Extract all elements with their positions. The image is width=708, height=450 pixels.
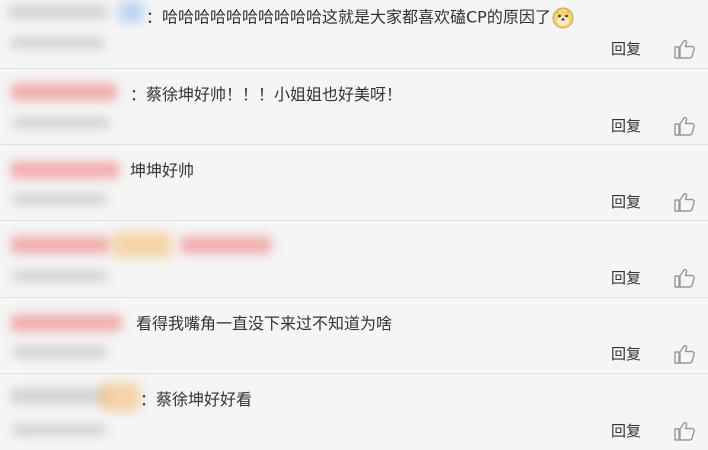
comment-text: ：蔡徐坤好帅！！！小姐姐也好美呀！ bbox=[130, 85, 403, 104]
thumbs-up-icon[interactable] bbox=[673, 39, 695, 59]
username-blur bbox=[10, 83, 118, 101]
comment-item: ：蔡徐坤好好看 回复 bbox=[0, 374, 708, 450]
comment-text: ：蔡徐坤好好看 bbox=[140, 390, 253, 409]
meta-blur bbox=[12, 424, 106, 436]
reply-button[interactable]: 回复 bbox=[611, 192, 641, 212]
comment-text: 坤坤好帅 bbox=[130, 161, 195, 180]
meta-blur bbox=[12, 346, 108, 358]
username-blur bbox=[10, 314, 122, 332]
thumbs-up-icon[interactable] bbox=[673, 116, 695, 136]
username-blur bbox=[10, 161, 120, 179]
avatar-blur bbox=[100, 382, 140, 412]
meta-blur bbox=[12, 270, 108, 282]
meta-blur bbox=[12, 117, 110, 129]
username-blur bbox=[10, 388, 110, 404]
content-blur bbox=[112, 232, 172, 258]
comment-item: 回复 bbox=[0, 222, 708, 298]
thumbs-up-icon[interactable] bbox=[673, 268, 695, 288]
username-blur bbox=[10, 236, 110, 254]
reply-button[interactable]: 回复 bbox=[611, 39, 641, 59]
comment-item: 坤坤好帅 回复 bbox=[0, 145, 708, 221]
thumbs-up-icon[interactable] bbox=[673, 192, 695, 212]
comment-item: ：蔡徐坤好帅！！！小姐姐也好美呀！ 回复 bbox=[0, 69, 708, 145]
meta-blur bbox=[12, 193, 107, 205]
comment-text: 看得我嘴角一直没下来过不知道为啥 bbox=[136, 314, 393, 333]
reply-button[interactable]: 回复 bbox=[611, 116, 641, 136]
thumbs-up-icon[interactable] bbox=[673, 421, 695, 441]
meta-blur bbox=[10, 37, 105, 49]
username-blur bbox=[8, 5, 108, 19]
reply-button[interactable]: 回复 bbox=[611, 421, 641, 441]
reply-button[interactable]: 回复 bbox=[611, 344, 641, 364]
doge-emoji bbox=[552, 7, 574, 29]
comment-item: 看得我嘴角一直没下来过不知道为啥 回复 bbox=[0, 298, 708, 374]
avatar-blur bbox=[118, 1, 144, 23]
content-blur bbox=[180, 236, 272, 254]
comment-text: ：哈哈哈哈哈哈哈哈哈哈这就是大家都喜欢磕CP的原因了 bbox=[146, 7, 574, 29]
reply-button[interactable]: 回复 bbox=[611, 268, 641, 288]
comment-item: ：哈哈哈哈哈哈哈哈哈哈这就是大家都喜欢磕CP的原因了 回复 bbox=[0, 0, 708, 69]
thumbs-up-icon[interactable] bbox=[673, 344, 695, 364]
